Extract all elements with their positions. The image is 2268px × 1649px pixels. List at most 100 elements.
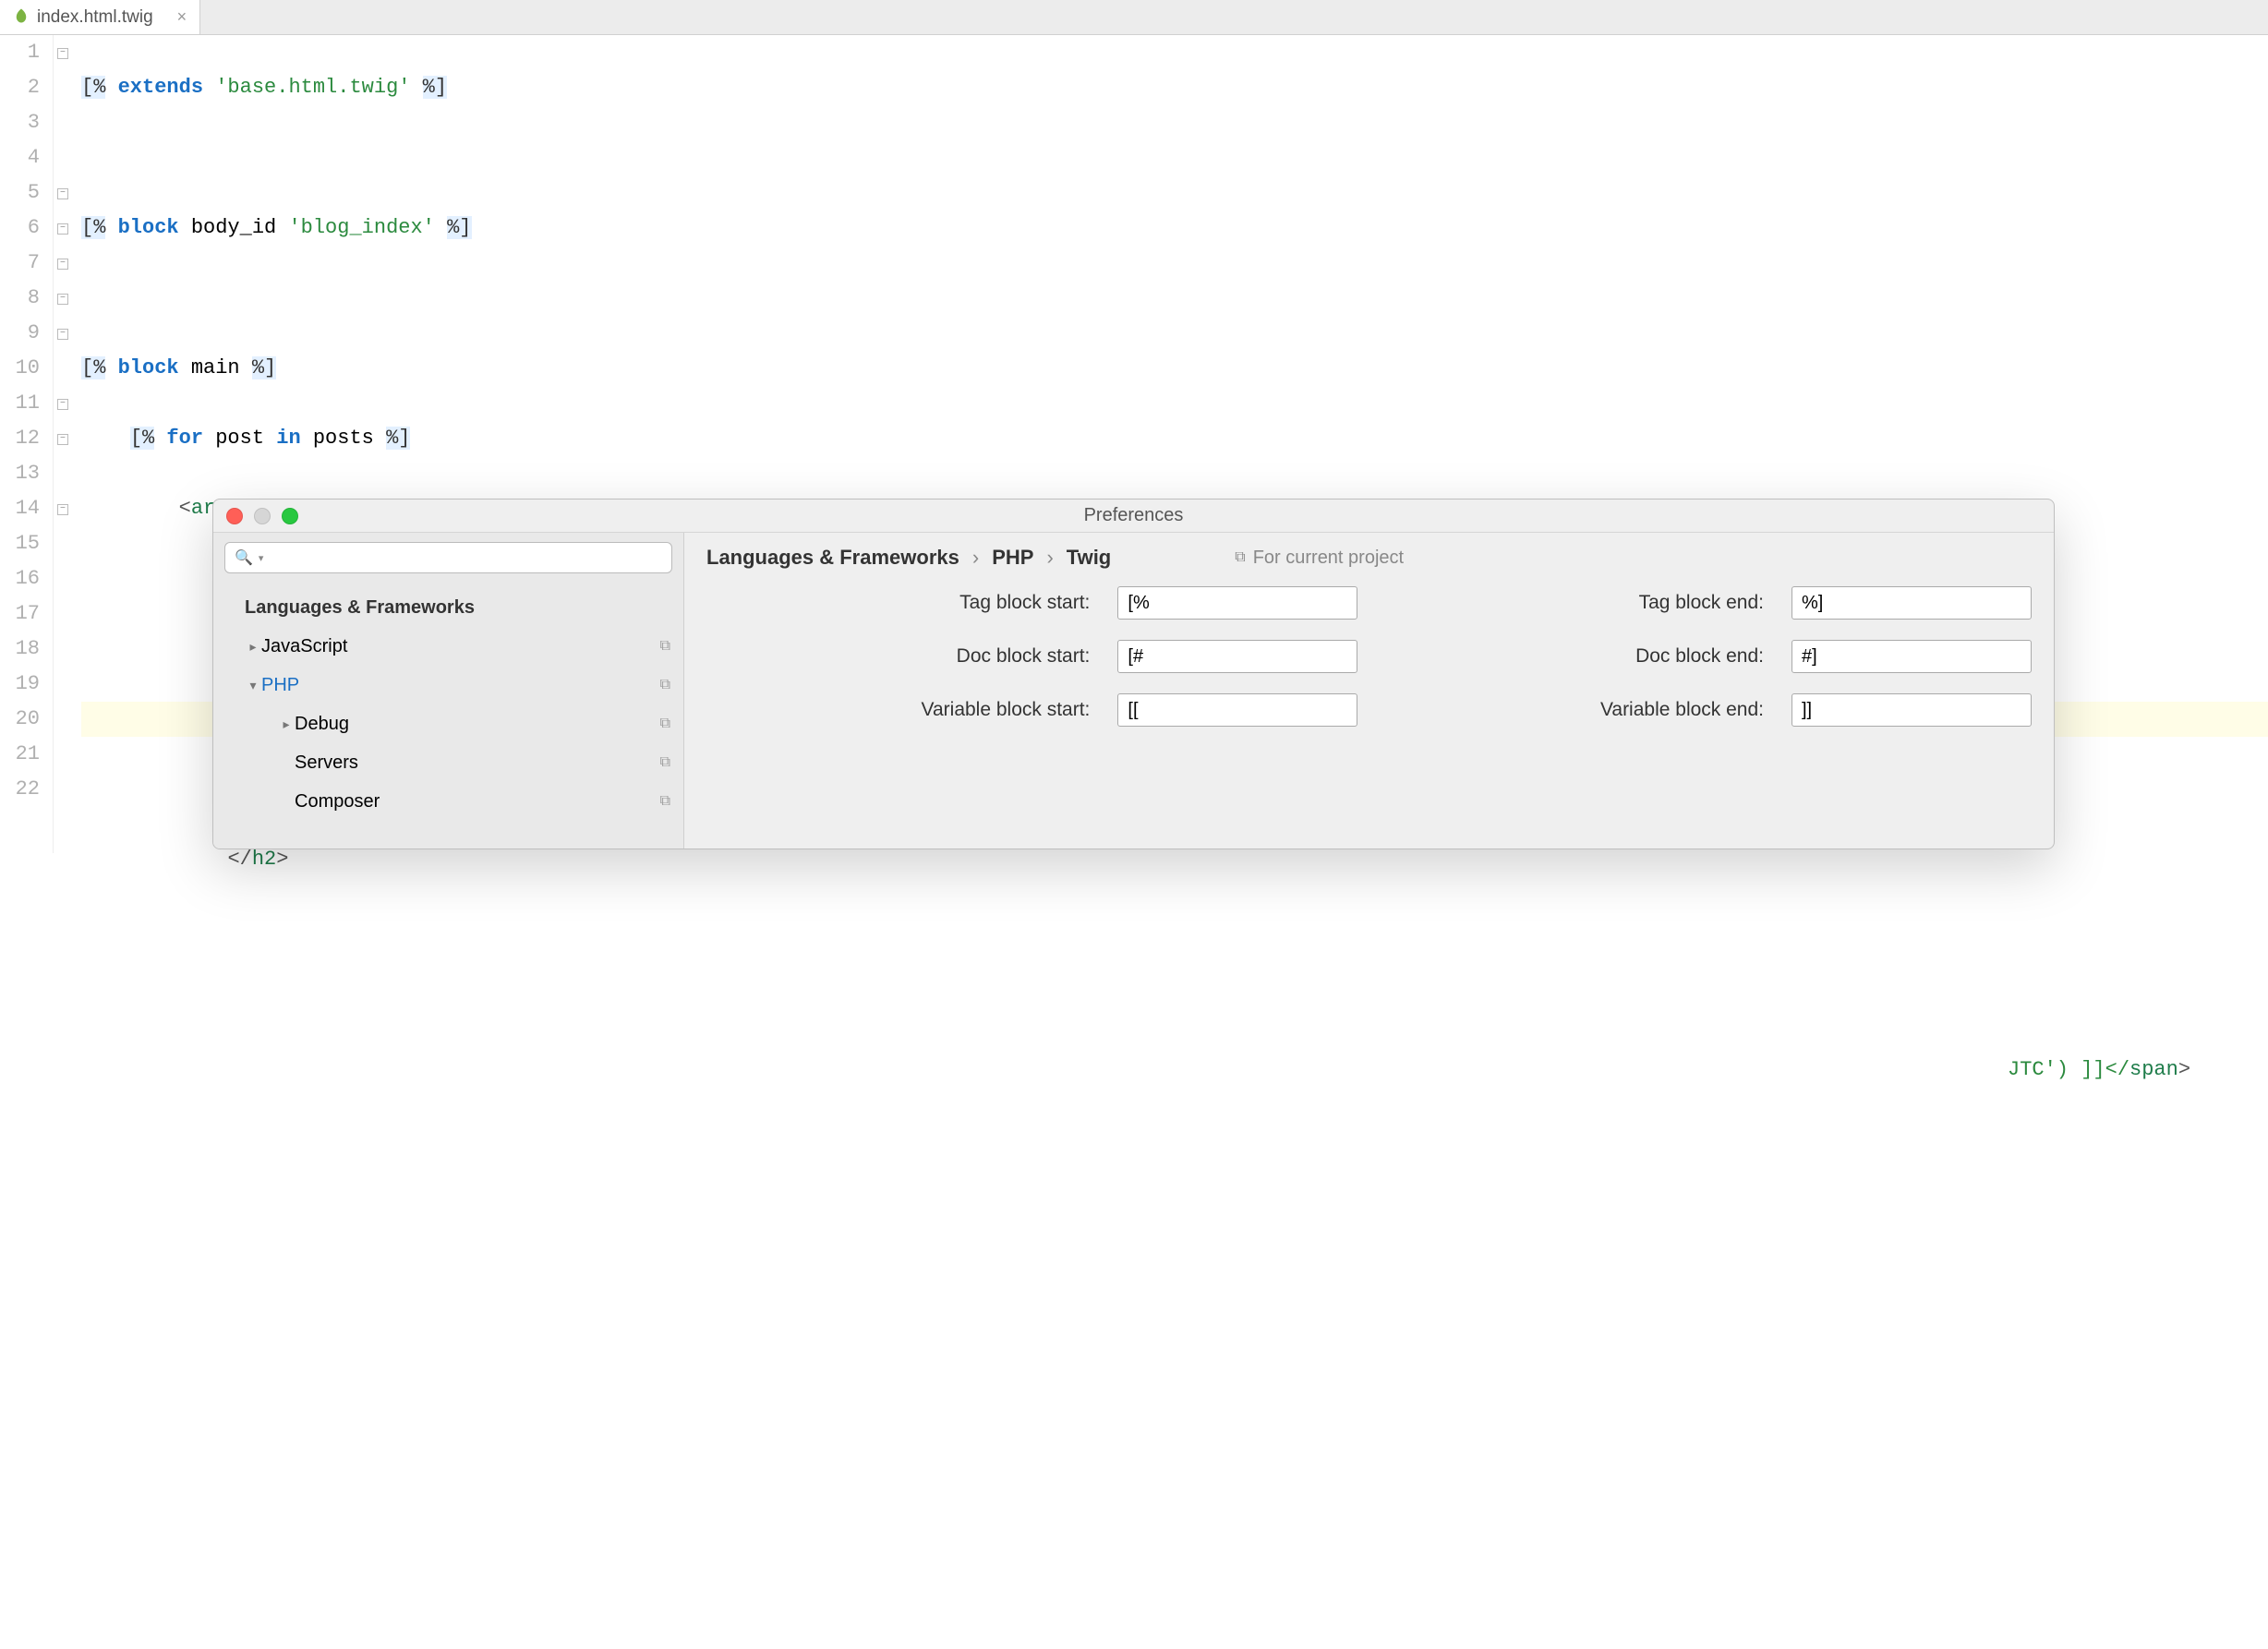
fold-marker-icon[interactable]: −: [57, 223, 68, 235]
line-number: 15: [0, 526, 40, 561]
line-number: 17: [0, 596, 40, 632]
search-icon: 🔍: [235, 548, 253, 567]
line-number: 1: [0, 35, 40, 70]
fold-marker-icon[interactable]: −: [57, 294, 68, 305]
code-line: [81, 1263, 2268, 1298]
input-tag-block-end[interactable]: [1791, 586, 2032, 620]
input-tag-block-start[interactable]: [1117, 586, 1357, 620]
scope-icon: ⧉: [660, 754, 670, 771]
tab-bar: index.html.twig ×: [0, 0, 2268, 35]
label-var-block-end: Variable block end:: [1385, 699, 1764, 721]
preferences-content: Languages & Frameworks › PHP › Twig ⧉ Fo…: [684, 533, 2054, 849]
tree-heading-languages-frameworks[interactable]: Languages & Frameworks: [213, 588, 683, 627]
line-number: 8: [0, 281, 40, 316]
input-var-block-start[interactable]: [1117, 693, 1357, 727]
chevron-right-icon: ›: [972, 546, 979, 570]
scope-icon: ⧉: [660, 677, 670, 693]
line-number: 14: [0, 491, 40, 526]
search-field[interactable]: [269, 548, 662, 568]
code-line: [% block main %]: [81, 351, 2268, 386]
chevron-down-icon[interactable]: ▾: [259, 552, 264, 564]
tree-item-composer[interactable]: Composer ⧉: [213, 782, 683, 821]
line-number: 13: [0, 456, 40, 491]
breadcrumb: Languages & Frameworks › PHP › Twig ⧉ Fo…: [706, 546, 2032, 570]
fold-marker-icon[interactable]: −: [57, 329, 68, 340]
line-number: 16: [0, 561, 40, 596]
tree-item-debug[interactable]: ▸ Debug ⧉: [213, 704, 683, 743]
line-number: 3: [0, 105, 40, 140]
breadcrumb-item[interactable]: Twig: [1067, 546, 1111, 570]
fold-marker-icon[interactable]: −: [57, 188, 68, 199]
line-number: 4: [0, 140, 40, 175]
code-line: [% block body_id 'blog_index' %]: [81, 211, 2268, 246]
dialog-titlebar: Preferences: [213, 500, 2054, 533]
line-number-gutter: 1 2 3 4 5 6 7 8 9 10 11 12 13 14 15 16 1…: [0, 35, 54, 853]
line-number: 20: [0, 702, 40, 737]
label-doc-block-end: Doc block end:: [1385, 645, 1764, 668]
label-tag-block-start: Tag block start:: [706, 592, 1090, 614]
line-number: 21: [0, 737, 40, 772]
fold-marker-icon[interactable]: −: [57, 48, 68, 59]
tab-filename: index.html.twig: [37, 7, 153, 28]
line-number: 10: [0, 351, 40, 386]
breadcrumb-item[interactable]: PHP: [992, 546, 1033, 570]
tree-item-javascript[interactable]: ▸ JavaScript ⧉: [213, 627, 683, 666]
fold-marker-icon[interactable]: −: [57, 399, 68, 410]
window-traffic-lights: [226, 508, 298, 524]
code-line: [81, 1544, 2268, 1579]
editor-tab[interactable]: index.html.twig ×: [0, 0, 200, 34]
fold-column: − − − − − − − − −: [54, 35, 76, 853]
minimize-window-icon[interactable]: [254, 508, 271, 524]
close-window-icon[interactable]: [226, 508, 243, 524]
line-number: 9: [0, 316, 40, 351]
settings-tree: Languages & Frameworks ▸ JavaScript ⧉ ▾ …: [213, 583, 683, 826]
chevron-right-icon: ▸: [245, 639, 261, 655]
code-line: [81, 1333, 2268, 1368]
code-line: JTC') ]]</span>: [81, 1053, 2268, 1088]
code-line: [81, 982, 2268, 1017]
breadcrumb-item[interactable]: Languages & Frameworks: [706, 546, 959, 570]
tree-item-servers[interactable]: Servers ⧉: [213, 743, 683, 782]
code-line: [81, 1193, 2268, 1228]
scope-icon: ⧉: [660, 638, 670, 655]
fold-marker-icon[interactable]: −: [57, 259, 68, 270]
input-doc-block-end[interactable]: [1791, 640, 2032, 673]
line-number: 5: [0, 175, 40, 211]
label-doc-block-start: Doc block start:: [706, 645, 1090, 668]
scope-icon: ⧉: [660, 793, 670, 810]
search-input[interactable]: 🔍▾: [224, 542, 672, 573]
label-tag-block-end: Tag block end:: [1385, 592, 1764, 614]
line-number: 12: [0, 421, 40, 456]
zoom-window-icon[interactable]: [282, 508, 298, 524]
line-number: 6: [0, 211, 40, 246]
line-number: 7: [0, 246, 40, 281]
input-doc-block-start[interactable]: [1117, 640, 1357, 673]
chevron-down-icon: ▾: [245, 678, 261, 693]
close-tab-icon[interactable]: ×: [177, 7, 187, 27]
scope-icon: ⧉: [660, 716, 670, 732]
line-number: 18: [0, 632, 40, 667]
code-line: [% for post in posts %]: [81, 421, 2268, 456]
code-line: [% extends 'base.html.twig' %]: [81, 70, 2268, 105]
twig-file-icon: [13, 7, 30, 27]
code-line: [81, 281, 2268, 316]
chevron-right-icon: ▸: [278, 716, 295, 732]
scope-icon: ⧉: [1235, 549, 1245, 566]
preferences-sidebar: 🔍▾ Languages & Frameworks ▸ JavaScript ⧉…: [213, 533, 684, 849]
preferences-dialog: Preferences 🔍▾ Languages & Frameworks ▸ …: [212, 499, 2055, 849]
line-number: 22: [0, 772, 40, 807]
code-line: [81, 140, 2268, 175]
line-number: 11: [0, 386, 40, 421]
code-line: [81, 1474, 2268, 1509]
label-var-block-start: Variable block start:: [706, 699, 1090, 721]
fold-marker-icon[interactable]: −: [57, 504, 68, 515]
scope-indicator: ⧉ For current project: [1235, 548, 1404, 569]
dialog-title: Preferences: [1084, 505, 1184, 526]
chevron-right-icon: ›: [1046, 546, 1053, 570]
code-line: [81, 912, 2268, 947]
tree-item-php[interactable]: ▾ PHP ⧉: [213, 666, 683, 704]
fold-marker-icon[interactable]: −: [57, 434, 68, 445]
line-number: 2: [0, 70, 40, 105]
line-number: 19: [0, 667, 40, 702]
input-var-block-end[interactable]: [1791, 693, 2032, 727]
